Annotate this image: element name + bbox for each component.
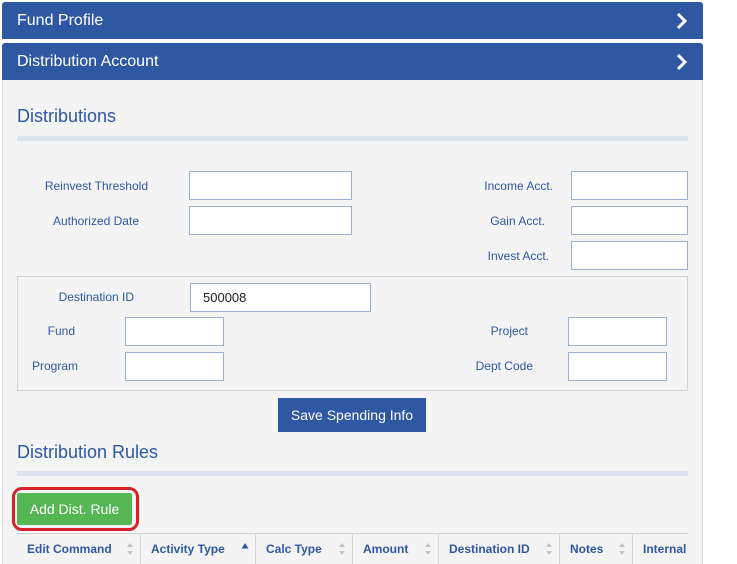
sort-icon[interactable] bbox=[618, 542, 626, 556]
chevron-right-icon[interactable] bbox=[675, 53, 689, 71]
income-acct-label: Income Acct. bbox=[484, 179, 553, 193]
reinvest-threshold-input[interactable] bbox=[189, 171, 352, 200]
column-header-notes[interactable]: Notes bbox=[560, 534, 633, 564]
gain-acct-label: Gain Acct. bbox=[490, 214, 545, 228]
fund-label: Fund bbox=[47, 324, 75, 338]
column-header-edit-command[interactable]: Edit Command bbox=[17, 534, 141, 564]
invest-acct-label: Invest Acct. bbox=[487, 249, 549, 263]
save-spending-info-button[interactable]: Save Spending Info bbox=[278, 398, 426, 432]
section-divider bbox=[17, 471, 688, 476]
project-input[interactable] bbox=[568, 317, 667, 346]
dept-code-input[interactable] bbox=[568, 352, 667, 381]
destination-id-input[interactable] bbox=[190, 283, 371, 312]
sort-icon[interactable] bbox=[424, 542, 432, 556]
section-divider bbox=[17, 136, 688, 141]
destination-id-label: Destination ID bbox=[58, 290, 134, 304]
column-header-calc-type[interactable]: Calc Type bbox=[256, 534, 353, 564]
column-label: Activity Type bbox=[151, 542, 225, 556]
column-label: Edit Command bbox=[27, 542, 112, 556]
authorized-date-input[interactable] bbox=[189, 206, 352, 235]
column-label: Amount bbox=[363, 542, 409, 556]
column-header-activity-type[interactable]: Activity Type bbox=[141, 534, 256, 564]
column-label: Notes bbox=[570, 542, 604, 556]
column-label: Internal bbox=[643, 542, 687, 556]
sort-ascending-icon[interactable] bbox=[241, 542, 249, 556]
column-header-amount[interactable]: Amount bbox=[353, 534, 439, 564]
reinvest-threshold-label: Reinvest Threshold bbox=[44, 179, 148, 193]
distribution-account-header[interactable]: Distribution Account bbox=[2, 43, 703, 80]
gain-acct-input[interactable] bbox=[571, 206, 688, 235]
sort-icon[interactable] bbox=[545, 542, 553, 556]
column-label: Calc Type bbox=[266, 542, 322, 556]
project-label: Project bbox=[490, 324, 528, 338]
authorized-date-label: Authorized Date bbox=[52, 214, 139, 228]
add-dist-rule-button[interactable]: Add Dist. Rule bbox=[17, 493, 132, 525]
dept-code-label: Dept Code bbox=[475, 359, 533, 373]
distribution-rules-title: Distribution Rules bbox=[17, 442, 159, 462]
income-acct-input[interactable] bbox=[571, 171, 688, 200]
sort-icon[interactable] bbox=[126, 542, 134, 556]
program-input[interactable] bbox=[125, 352, 224, 381]
distribution-account-title: Distribution Account bbox=[17, 52, 159, 70]
column-label: Destination ID bbox=[449, 542, 530, 556]
column-header-destination-id[interactable]: Destination ID bbox=[439, 534, 560, 564]
rules-table-header: Edit Command Activity Type Calc Type Amo… bbox=[17, 533, 688, 564]
invest-acct-input[interactable] bbox=[571, 241, 688, 270]
fund-input[interactable] bbox=[125, 317, 224, 346]
distributions-title: Distributions bbox=[17, 106, 117, 126]
fund-profile-header[interactable]: Fund Profile bbox=[2, 2, 703, 39]
chevron-right-icon[interactable] bbox=[675, 12, 689, 30]
program-label: Program bbox=[31, 359, 78, 373]
sort-icon[interactable] bbox=[338, 542, 346, 556]
fund-profile-title: Fund Profile bbox=[17, 11, 104, 29]
column-header-internal[interactable]: Internal bbox=[633, 534, 688, 564]
